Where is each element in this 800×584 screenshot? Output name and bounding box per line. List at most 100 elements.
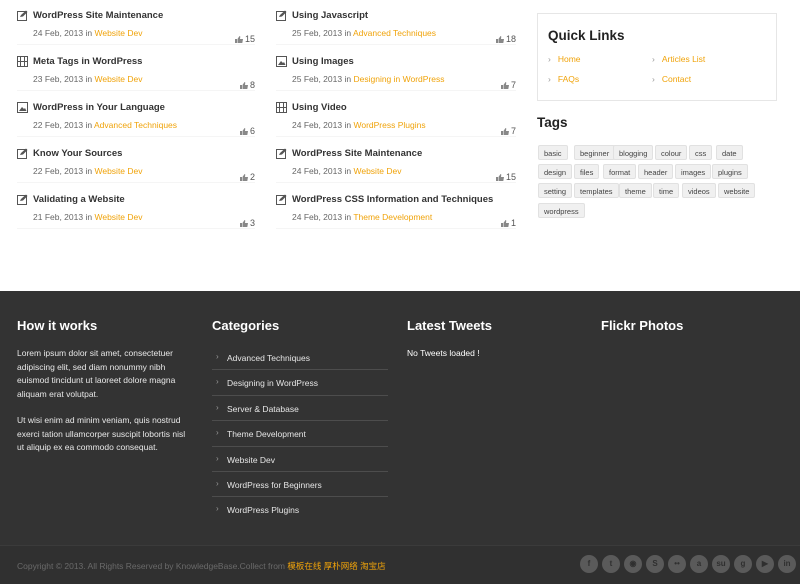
tag-wordpress[interactable]: wordpress [538, 203, 585, 218]
quick-link-contact[interactable]: › Contact [652, 74, 691, 84]
tag-css[interactable]: css [689, 145, 713, 160]
article-category-link[interactable]: Website Dev [353, 166, 401, 176]
article-title[interactable]: Using Images [292, 56, 354, 67]
article-category-link[interactable]: WordPress Plugins [353, 120, 425, 130]
article-title[interactable]: WordPress Site Maintenance [292, 148, 422, 159]
article-item[interactable]: WordPress Site Maintenance 24 Feb, 2013 … [17, 0, 255, 46]
tag-videos[interactable]: videos [682, 183, 716, 198]
article-item[interactable]: Meta Tags in WordPress 23 Feb, 2013 in W… [17, 46, 255, 92]
tag-header[interactable]: header [638, 164, 674, 179]
facebook-icon[interactable]: f [580, 555, 598, 573]
twitter-icon[interactable]: t [602, 555, 620, 573]
article-title[interactable]: Validating a Website [33, 194, 125, 205]
tag-templates[interactable]: templates [574, 183, 619, 198]
youtube-icon[interactable]: ▶ [756, 555, 774, 573]
article-likes[interactable]: 1 [500, 218, 516, 228]
article-likes[interactable]: 8 [239, 80, 255, 90]
article-title[interactable]: WordPress Site Maintenance [33, 10, 163, 21]
category-label: Server & Database [227, 403, 299, 414]
category-label: Advanced Techniques [227, 353, 311, 363]
article-item[interactable]: WordPress Site Maintenance 24 Feb, 2013 … [276, 138, 516, 184]
thumbs-up-icon [234, 35, 243, 43]
articles-column-middle: Using Javascript 25 Feb, 2013 in Advance… [276, 0, 516, 230]
how-it-works-paragraph: Ut wisi enim ad minim veniam, quis nostr… [17, 415, 186, 452]
quick-link-home[interactable]: › Home [548, 54, 581, 64]
article-item[interactable]: Using Javascript 25 Feb, 2013 in Advance… [276, 0, 516, 46]
article-item[interactable]: Using Images 25 Feb, 2013 in Designing i… [276, 46, 516, 92]
linkedin-icon[interactable]: in [778, 555, 796, 573]
chevron-right-icon: › [216, 504, 219, 514]
googleplus-icon[interactable]: g [734, 555, 752, 573]
category-link[interactable]: › Designing in WordPress [212, 370, 388, 396]
article-item[interactable]: WordPress CSS Information and Techniques… [276, 184, 516, 230]
tag-blogging[interactable]: blogging [613, 145, 654, 160]
edit-icon [276, 194, 287, 205]
tag-time[interactable]: time [653, 183, 680, 198]
category-link[interactable]: › WordPress for Beginners [212, 472, 388, 498]
category-label: WordPress Plugins [227, 505, 300, 516]
article-title[interactable]: Using Javascript [292, 10, 368, 21]
article-category-link[interactable]: Designing in WordPress [353, 74, 444, 84]
article-title[interactable]: Know Your Sources [33, 148, 122, 159]
tag-setting[interactable]: setting [538, 183, 573, 198]
article-title[interactable]: Meta Tags in WordPress [33, 56, 142, 67]
meta-in: in [344, 212, 352, 222]
likes-count: 1 [510, 218, 516, 228]
tag-website[interactable]: website [718, 183, 756, 198]
article-meta: 23 Feb, 2013 in Website Dev [33, 74, 143, 84]
stumbleupon-icon[interactable]: su [712, 555, 730, 573]
divider [17, 90, 255, 91]
tag-basic[interactable]: basic [538, 145, 568, 160]
tag-date[interactable]: date [716, 145, 743, 160]
article-item[interactable]: WordPress in Your Language 22 Feb, 2013 … [17, 92, 255, 138]
article-category-link[interactable]: Website Dev [94, 212, 142, 222]
article-category-link[interactable]: Theme Development [353, 212, 432, 222]
article-category-link[interactable]: Website Dev [94, 74, 142, 84]
tag-files[interactable]: files [574, 164, 600, 179]
category-link[interactable]: › Website Dev [212, 447, 388, 472]
category-link[interactable]: › Theme Development [212, 421, 388, 447]
copyright-link[interactable]: 模板在线 厚朴网络 淘宝店 [287, 561, 385, 571]
article-likes[interactable]: 18 [495, 34, 516, 44]
quick-link-faqs[interactable]: › FAQs [548, 74, 579, 84]
article-title[interactable]: WordPress in Your Language [33, 102, 165, 113]
divider [276, 136, 516, 137]
category-link[interactable]: › WordPress Plugins [212, 497, 388, 522]
tag-beginner[interactable]: beginner [574, 145, 616, 160]
flickr-icon[interactable]: •• [668, 555, 686, 573]
tag-images[interactable]: images [675, 164, 712, 179]
article-category-link[interactable]: Website Dev [94, 166, 142, 176]
tag-theme[interactable]: theme [619, 183, 652, 198]
article-likes[interactable]: 15 [495, 172, 516, 182]
category-link[interactable]: › Advanced Techniques [212, 345, 388, 371]
article-meta: 22 Feb, 2013 in Website Dev [33, 166, 143, 176]
quick-link-articles-list[interactable]: › Articles List [652, 54, 705, 64]
article-item[interactable]: Using Video 24 Feb, 2013 in WordPress Pl… [276, 92, 516, 138]
article-item[interactable]: Know Your Sources 22 Feb, 2013 in Websit… [17, 138, 255, 184]
article-category-link[interactable]: Advanced Techniques [94, 120, 177, 130]
tag-format[interactable]: format [603, 164, 637, 179]
article-likes[interactable]: 7 [500, 80, 516, 90]
deviantart-icon[interactable]: a [690, 555, 708, 573]
article-title[interactable]: Using Video [292, 102, 347, 113]
article-title[interactable]: WordPress CSS Information and Techniques [292, 194, 493, 205]
article-likes[interactable]: 7 [500, 126, 516, 136]
article-likes[interactable]: 3 [239, 218, 255, 228]
rss-icon[interactable]: ◉ [624, 555, 642, 573]
tag-colour[interactable]: colour [655, 145, 688, 160]
grid-icon [17, 56, 28, 67]
article-category-link[interactable]: Advanced Techniques [353, 28, 436, 38]
article-item[interactable]: Validating a Website 21 Feb, 2013 in Web… [17, 184, 255, 230]
chevron-right-icon: › [216, 377, 219, 387]
latest-tweets-title: Latest Tweets [407, 318, 493, 333]
tag-plugins[interactable]: plugins [712, 164, 748, 179]
likes-count: 2 [249, 172, 255, 182]
skype-icon[interactable]: S [646, 555, 664, 573]
category-link[interactable]: › Server & Database [212, 396, 388, 422]
chevron-right-icon: › [216, 478, 219, 488]
article-likes[interactable]: 6 [239, 126, 255, 136]
article-likes[interactable]: 15 [234, 34, 255, 44]
article-likes[interactable]: 2 [239, 172, 255, 182]
article-category-link[interactable]: Website Dev [94, 28, 142, 38]
tag-design[interactable]: design [538, 164, 573, 179]
